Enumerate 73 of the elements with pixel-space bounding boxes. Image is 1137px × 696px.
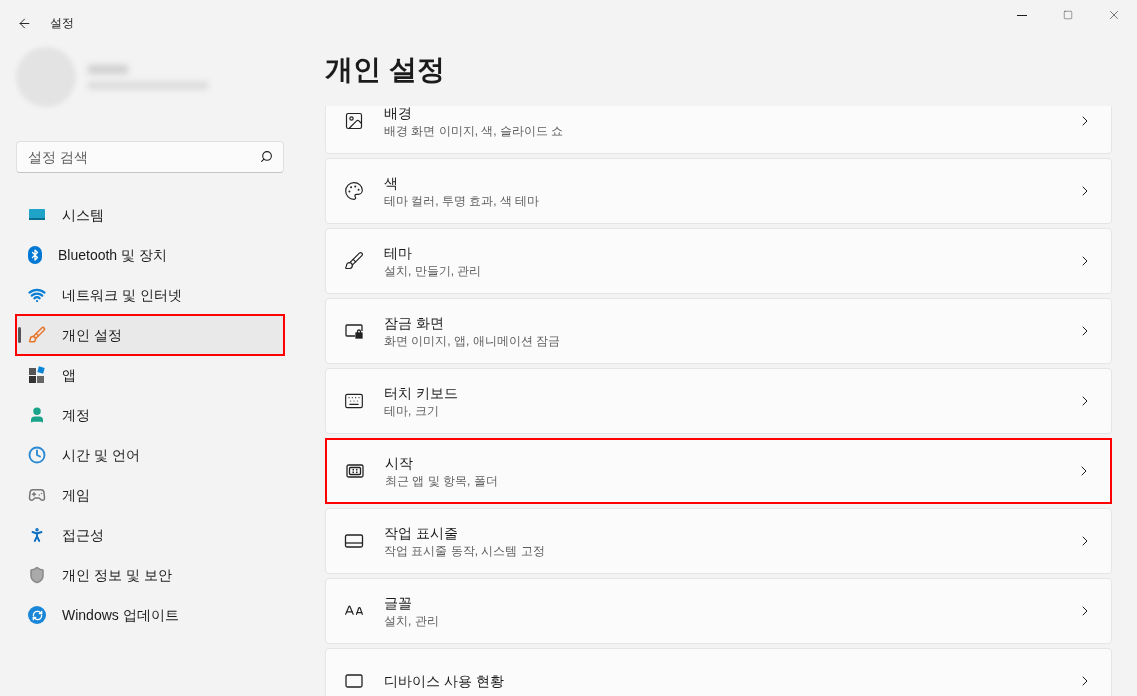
nav-item[interactable]: 시스템 (16, 195, 284, 235)
nav-item[interactable]: 시간 및 언어 (16, 435, 284, 475)
apps-icon (28, 366, 46, 384)
card-subtitle: 설치, 만들기, 관리 (384, 262, 483, 279)
nav-label: 시간 및 언어 (62, 445, 140, 465)
nav-label: 네트워크 및 인터넷 (62, 285, 182, 305)
nav-item[interactable]: 앱 (16, 355, 284, 395)
nav-item[interactable]: 네트워크 및 인터넷 (16, 275, 284, 315)
selection-indicator (18, 327, 21, 343)
person-icon (28, 406, 46, 424)
card-subtitle: 배경 화면 이미지, 색, 슬라이드 쇼 (384, 122, 565, 139)
settings-card[interactable]: 작업 표시줄 작업 표시줄 동작, 시스템 고정 (325, 508, 1112, 574)
picture-icon (344, 111, 364, 131)
minimize-icon (1017, 14, 1027, 16)
wifi-icon (28, 286, 46, 304)
card-subtitle: 설치, 관리 (384, 612, 440, 629)
card-title: 터치 키보드 (384, 383, 459, 403)
nav-label: 개인 정보 및 보안 (62, 565, 172, 585)
brush-icon (344, 251, 364, 271)
card-subtitle: 최근 앱 및 항목, 폴더 (385, 472, 499, 489)
card-title: 디바이스 사용 현황 (384, 671, 505, 691)
nav-item[interactable]: 개인 정보 및 보안 (16, 555, 284, 595)
settings-card[interactable]: 테마 설치, 만들기, 관리 (325, 228, 1112, 294)
window-title: 설정 (50, 15, 74, 32)
bluetooth-icon (28, 246, 42, 264)
settings-card[interactable]: 터치 키보드 테마, 크기 (325, 368, 1112, 434)
nav-label: 앱 (62, 365, 76, 385)
settings-card[interactable]: 배경 배경 화면 이미지, 색, 슬라이드 쇼 (325, 106, 1112, 154)
card-title: 잠금 화면 (384, 313, 445, 333)
device-icon (344, 671, 364, 691)
taskbar-icon (344, 531, 364, 551)
card-title: 작업 표시줄 (384, 523, 459, 543)
nav-label: 접근성 (62, 525, 104, 545)
card-title: 색 (384, 173, 399, 193)
card-title: 시작 (385, 453, 414, 473)
clock-icon (28, 446, 46, 464)
gamepad-icon (28, 486, 46, 504)
nav-label: 시스템 (62, 205, 104, 225)
nav-item[interactable]: 게임 (16, 475, 284, 515)
card-title: 글꼴 (384, 593, 413, 613)
nav-label: 계정 (62, 405, 90, 425)
screen-lock-icon (344, 321, 364, 341)
search-icon (260, 150, 273, 163)
settings-card[interactable]: 글꼴 설치, 관리 (325, 578, 1112, 644)
start-menu-icon (345, 461, 365, 481)
shield-icon (28, 566, 46, 584)
nav-item[interactable]: 접근성 (16, 515, 284, 555)
search-field[interactable]: 설정 검색 (16, 141, 284, 173)
nav-item[interactable]: 계정 (16, 395, 284, 435)
card-title: 배경 (384, 106, 413, 123)
settings-card[interactable]: 색 테마 컬러, 투명 효과, 색 테마 (325, 158, 1112, 224)
card-subtitle: 테마, 크기 (384, 402, 440, 419)
palette-icon (344, 181, 364, 201)
refresh-icon (28, 606, 46, 624)
nav-label: Bluetooth 및 장치 (58, 245, 167, 265)
card-title: 테마 (384, 243, 413, 263)
nav-label: 게임 (62, 485, 90, 505)
nav-item[interactable]: Bluetooth 및 장치 (16, 235, 284, 275)
nav-item[interactable]: 개인 설정 (16, 315, 284, 355)
page-title: 개인 설정 (325, 53, 446, 87)
maximize-icon (1063, 10, 1073, 20)
settings-card[interactable]: 잠금 화면 화면 이미지, 앱, 애니메이션 잠금 (325, 298, 1112, 364)
card-subtitle: 화면 이미지, 앱, 애니메이션 잠금 (384, 332, 561, 349)
nav-item[interactable]: Windows 업데이트 (16, 595, 284, 635)
card-subtitle: 작업 표시줄 동작, 시스템 고정 (384, 542, 546, 559)
keyboard-icon (344, 391, 364, 411)
settings-card[interactable]: 디바이스 사용 현황 (325, 648, 1112, 696)
nav-label: 개인 설정 (62, 325, 122, 345)
close-icon (1107, 8, 1121, 22)
card-subtitle: 테마 컬러, 투명 효과, 색 테마 (384, 192, 541, 209)
nav-label: Windows 업데이트 (62, 605, 179, 625)
settings-card[interactable]: 시작 최근 앱 및 항목, 폴더 (325, 438, 1112, 504)
brush-icon (28, 326, 46, 344)
